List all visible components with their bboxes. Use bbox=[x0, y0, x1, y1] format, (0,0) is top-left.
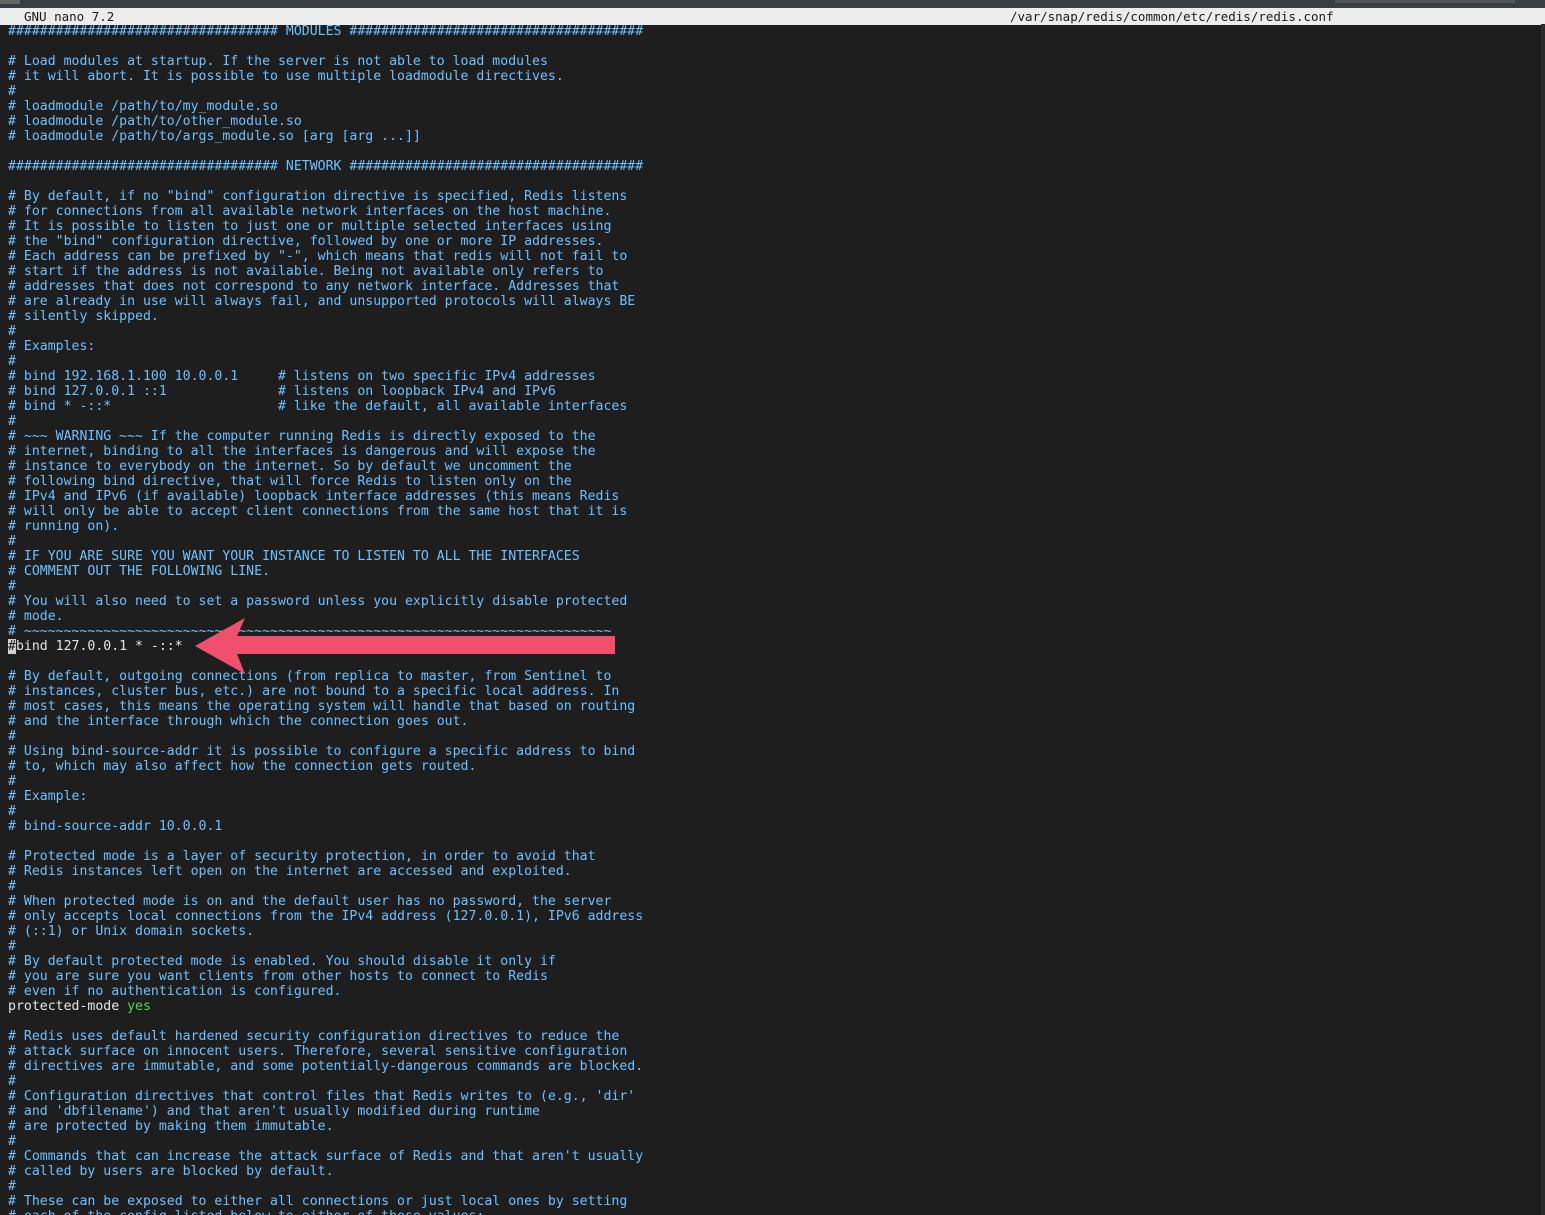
editor-line: # most cases, this means the operating s… bbox=[8, 699, 636, 714]
directive-value: yes bbox=[127, 999, 151, 1014]
editor-line: # Example: bbox=[8, 789, 88, 804]
editor-line: # attack surface on innocent users. Ther… bbox=[8, 1044, 628, 1059]
editor-line: # silently skipped. bbox=[8, 309, 159, 324]
editor-line: # bbox=[8, 354, 16, 369]
editor-line: # bind * -::* # like the default, all av… bbox=[8, 399, 628, 414]
editor-line: # bind 192.168.1.100 10.0.0.1 # listens … bbox=[8, 369, 596, 384]
text-cursor[interactable]: # bbox=[8, 639, 16, 654]
directive-name: protected-mode bbox=[8, 999, 120, 1014]
editor-line: # running on). bbox=[8, 519, 120, 534]
editor-line: # bbox=[8, 579, 16, 594]
editor-line: # (::1) or Unix domain sockets. bbox=[8, 924, 255, 939]
editor-line: # By default, outgoing connections (from… bbox=[8, 669, 612, 684]
editor-line: # are protected by making them immutable… bbox=[8, 1119, 334, 1134]
editor-line: # bbox=[8, 939, 16, 954]
editor-line: # COMMENT OUT THE FOLLOWING LINE. bbox=[8, 564, 271, 579]
tab-indicator bbox=[0, 0, 20, 4]
editor-line: # bbox=[8, 774, 16, 789]
editor-line: # Load modules at startup. If the server… bbox=[8, 54, 548, 69]
editor-line: # instances, cluster bus, etc.) are not … bbox=[8, 684, 620, 699]
editor-line: # Examples: bbox=[8, 339, 96, 354]
editor-line: # By default, if no "bind" configuration… bbox=[8, 189, 628, 204]
editor-line: # even if no authentication is configure… bbox=[8, 984, 342, 999]
nano-titlebar: GNU nano 7.2 /var/snap/redis/common/etc/… bbox=[0, 8, 1545, 25]
editor-line: # directives are immutable, and some pot… bbox=[8, 1059, 644, 1074]
editor-line: # bbox=[8, 1074, 16, 1089]
editor-line: # you are sure you want clients from oth… bbox=[8, 969, 548, 984]
editor-line: # Commands that can increase the attack … bbox=[8, 1149, 644, 1164]
editor-line: # Redis uses default hardened security c… bbox=[8, 1029, 620, 1044]
editor-line: # bbox=[8, 804, 16, 819]
editor-line: # bbox=[8, 879, 16, 894]
editor-line: # each of the config listed below to eit… bbox=[8, 1209, 1538, 1215]
editor-line: # called by users are blocked by default… bbox=[8, 1164, 334, 1179]
editor-line: # IF YOU ARE SURE YOU WANT YOUR INSTANCE… bbox=[8, 549, 580, 564]
editor-line: # bbox=[8, 414, 16, 429]
editor-line: # loadmodule /path/to/my_module.so bbox=[8, 99, 278, 114]
window-top-strip bbox=[0, 0, 1545, 8]
editor-line: # bbox=[8, 1179, 16, 1194]
app-name: GNU nano 7.2 bbox=[24, 9, 115, 24]
editor-line: # loadmodule /path/to/other_module.so bbox=[8, 114, 302, 129]
bind-directive-text: bind 127.0.0.1 * -::* bbox=[15, 639, 183, 654]
editor-line: # are already in use will always fail, a… bbox=[8, 294, 636, 309]
editor-line: # for connections from all available net… bbox=[8, 204, 612, 219]
editor-line: # Configuration directives that control … bbox=[8, 1089, 636, 1104]
editor-line: # the "bind" configuration directive, fo… bbox=[8, 234, 604, 249]
editor-line: # These can be exposed to either all con… bbox=[8, 1194, 628, 1209]
editor-line: # IPv4 and IPv6 (if available) loopback … bbox=[8, 489, 620, 504]
editor-line: # internet, binding to all the interface… bbox=[8, 444, 596, 459]
editor-line: # ~~~~~~~~~~~~~~~~~~~~~~~~~~~~~~~~~~~~~~… bbox=[8, 624, 612, 639]
editor-line: # It is possible to listen to just one o… bbox=[8, 219, 612, 234]
editor-line: # Each address can be prefixed by "-", w… bbox=[8, 249, 628, 264]
editor-line: # mode. bbox=[8, 609, 64, 624]
tab-indicator bbox=[1335, 0, 1515, 3]
editor-line: # bbox=[8, 1134, 16, 1149]
editor-line: # bbox=[8, 324, 16, 339]
editor-line: # Protected mode is a layer of security … bbox=[8, 849, 596, 864]
editor-line: # Using bind-source-addr it is possible … bbox=[8, 744, 636, 759]
editor-line: # following bind directive, that will fo… bbox=[8, 474, 572, 489]
editor-line: # start if the address is not available.… bbox=[8, 264, 604, 279]
editor-line: # instance to everybody on the internet.… bbox=[8, 459, 572, 474]
editor-line: # and 'dbfilename') and that aren't usua… bbox=[8, 1104, 540, 1119]
editor-line: # loadmodule /path/to/args_module.so [ar… bbox=[8, 129, 421, 144]
editor-line: # will only be able to accept client con… bbox=[8, 504, 628, 519]
editor-line: # When protected mode is on and the defa… bbox=[8, 894, 612, 909]
editor-line: # Redis instances left open on the inter… bbox=[8, 864, 572, 879]
scrollbar[interactable] bbox=[1541, 24, 1545, 1215]
protected-mode-line: protected-mode yes bbox=[8, 999, 1538, 1014]
bind-directive-line: #bind 127.0.0.1 * -::* bbox=[8, 639, 1538, 654]
editor-text-area[interactable]: ################################## MODUL… bbox=[8, 24, 1538, 1215]
editor-line: # only accepts local connections from th… bbox=[8, 909, 644, 924]
terminal-window: GNU nano 7.2 /var/snap/redis/common/etc/… bbox=[0, 0, 1545, 1215]
editor-line: # it will abort. It is possible to use m… bbox=[8, 69, 564, 84]
editor-line: ################################## MODUL… bbox=[8, 24, 644, 39]
editor-line: # bbox=[8, 84, 16, 99]
editor-line: # bbox=[8, 534, 16, 549]
editor-line: # ~~~ WARNING ~~~ If the computer runnin… bbox=[8, 429, 596, 444]
editor-line: # By default protected mode is enabled. … bbox=[8, 954, 556, 969]
file-path: /var/snap/redis/common/etc/redis/redis.c… bbox=[1010, 9, 1334, 24]
editor-line: # addresses that does not correspond to … bbox=[8, 279, 620, 294]
editor-line: # bbox=[8, 729, 16, 744]
editor-line: ################################## NETWO… bbox=[8, 159, 644, 174]
editor-line: # bind 127.0.0.1 ::1 # listens on loopba… bbox=[8, 384, 556, 399]
editor-line: # to, which may also affect how the conn… bbox=[8, 759, 477, 774]
editor-line: # bind-source-addr 10.0.0.1 bbox=[8, 819, 223, 834]
editor-line: # and the interface through which the co… bbox=[8, 714, 469, 729]
editor-line: # You will also need to set a password u… bbox=[8, 594, 628, 609]
